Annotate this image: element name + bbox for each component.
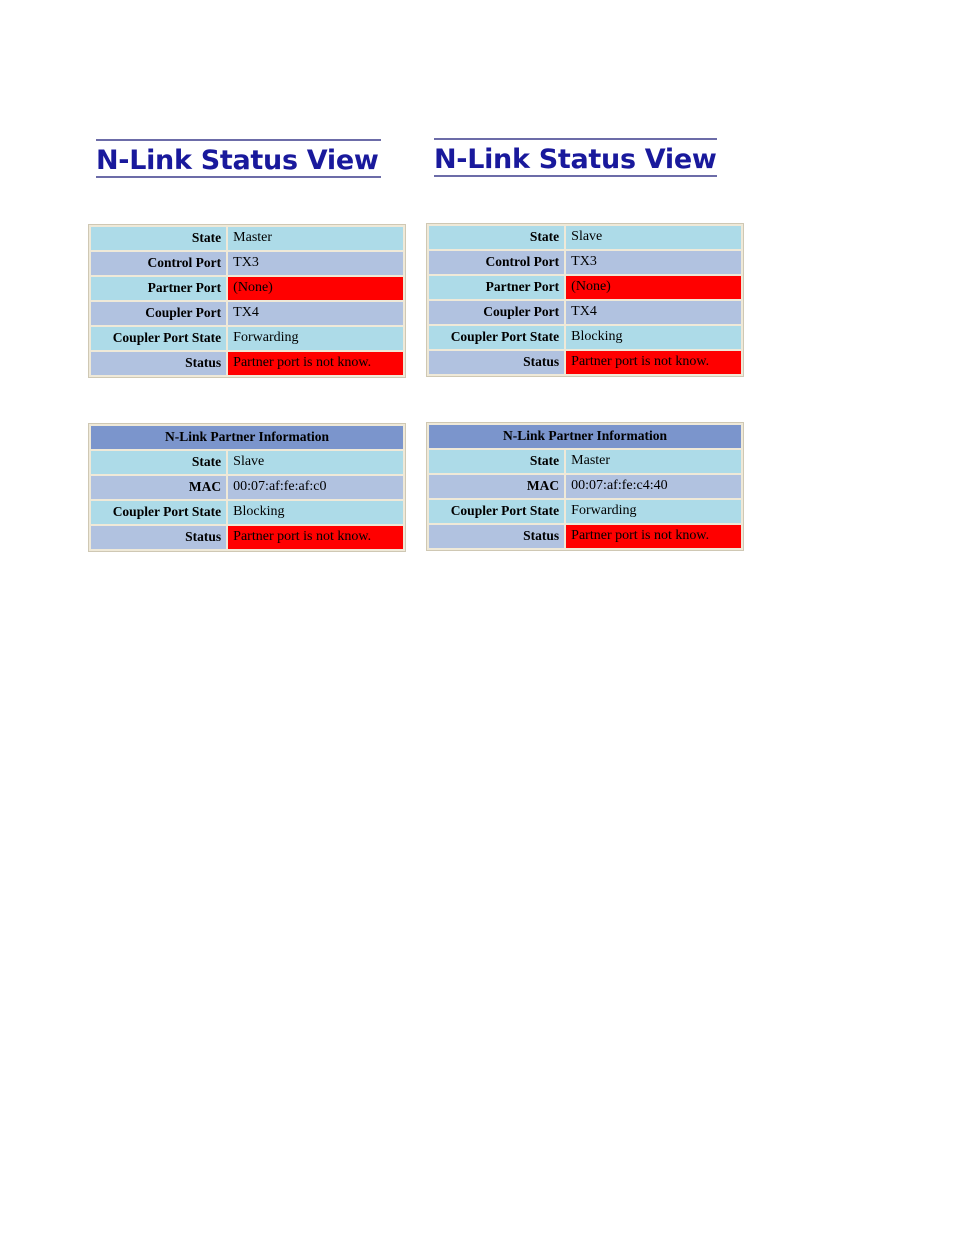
table-row: Coupler Port State Forwarding: [91, 327, 403, 350]
table-row: Coupler Port State Blocking: [429, 326, 741, 349]
row-value-mac: 00:07:af:fe:af:c0: [233, 479, 327, 494]
row-value: Forwarding: [571, 503, 637, 518]
page-title-wrapper-left: N-Link Status View: [96, 139, 381, 179]
nlink-partner-table: N-Link Partner Information State Slave M…: [88, 423, 406, 552]
table-row: Status Partner port is not know.: [91, 352, 403, 375]
row-label: Control Port: [485, 254, 560, 269]
row-label: State: [191, 454, 222, 469]
row-label: State: [191, 230, 222, 245]
row-label: Partner Port: [147, 280, 222, 295]
row-label: Coupler Port: [145, 305, 222, 320]
row-label: Status: [185, 529, 222, 544]
nlink-status-table-body: State Slave Control Port TX3 Partner Por…: [429, 226, 741, 374]
row-value-alert: (None): [566, 276, 741, 299]
row-label: Coupler Port: [483, 304, 560, 319]
table-row: MAC 00:07:af:fe:c4:40: [429, 475, 741, 498]
row-value: Blocking: [571, 329, 623, 344]
row-label: MAC: [188, 479, 222, 494]
row-label: Status: [523, 354, 560, 369]
nlink-status-table-body: State Master Control Port TX3 Partner Po…: [91, 227, 403, 375]
row-label: Partner Port: [485, 279, 560, 294]
row-value: TX3: [233, 255, 259, 270]
row-value: Forwarding: [233, 330, 299, 345]
row-label: Coupler Port State: [112, 504, 222, 519]
table-row: Status Partner port is not know.: [429, 525, 741, 548]
table-row: Control Port TX3: [91, 252, 403, 275]
row-label: Coupler Port State: [112, 330, 222, 345]
row-value: Slave: [571, 229, 603, 244]
page-title-wrapper-right: N-Link Status View: [434, 138, 717, 178]
table-header-row: N-Link Partner Information: [429, 425, 741, 448]
row-value: TX4: [233, 305, 259, 320]
table-row: MAC 00:07:af:fe:af:c0: [91, 476, 403, 499]
table-header-row: N-Link Partner Information: [91, 426, 403, 449]
nlink-status-table: State Slave Control Port TX3 Partner Por…: [426, 223, 744, 377]
row-value: Master: [571, 453, 611, 468]
table-row: State Master: [429, 450, 741, 473]
row-value: Slave: [233, 454, 265, 469]
row-label: Status: [523, 528, 560, 543]
table-row: State Master: [91, 227, 403, 250]
status-badge: Partner port is not know.: [566, 525, 741, 548]
page-title: N-Link Status View: [434, 138, 717, 178]
table-row: Status Partner port is not know.: [91, 526, 403, 549]
table-row: State Slave: [429, 226, 741, 249]
table-row: State Slave: [91, 451, 403, 474]
row-label: MAC: [526, 478, 560, 493]
page-title: N-Link Status View: [96, 139, 381, 179]
status-badge: Partner port is not know.: [228, 352, 403, 375]
row-label: Coupler Port State: [450, 503, 560, 518]
row-label: State: [529, 453, 560, 468]
table-row: Coupler Port State Blocking: [91, 501, 403, 524]
table-row: Partner Port (None): [91, 277, 403, 300]
row-label: Coupler Port State: [450, 329, 560, 344]
nlink-partner-table-body: N-Link Partner Information State Slave M…: [91, 426, 403, 549]
row-value: Master: [233, 230, 273, 245]
row-value-alert: (None): [228, 277, 403, 300]
nlink-partner-table-body: N-Link Partner Information State Master …: [429, 425, 741, 548]
table-row: Coupler Port TX4: [91, 302, 403, 325]
table-row: Coupler Port State Forwarding: [429, 500, 741, 523]
row-value-mac: 00:07:af:fe:c4:40: [571, 478, 668, 493]
row-value: Blocking: [233, 504, 285, 519]
status-badge: Partner port is not know.: [566, 351, 741, 374]
row-label: Status: [185, 355, 222, 370]
row-label: Control Port: [147, 255, 222, 270]
table-row: Status Partner port is not know.: [429, 351, 741, 374]
partner-table-header: N-Link Partner Information: [429, 425, 741, 448]
nlink-partner-table: N-Link Partner Information State Master …: [426, 422, 744, 551]
status-badge: Partner port is not know.: [228, 526, 403, 549]
nlink-status-table: State Master Control Port TX3 Partner Po…: [88, 224, 406, 378]
row-value: TX3: [571, 254, 597, 269]
table-row: Coupler Port TX4: [429, 301, 741, 324]
row-label: State: [529, 229, 560, 244]
table-row: Partner Port (None): [429, 276, 741, 299]
partner-table-header: N-Link Partner Information: [91, 426, 403, 449]
table-row: Control Port TX3: [429, 251, 741, 274]
row-value: TX4: [571, 304, 597, 319]
